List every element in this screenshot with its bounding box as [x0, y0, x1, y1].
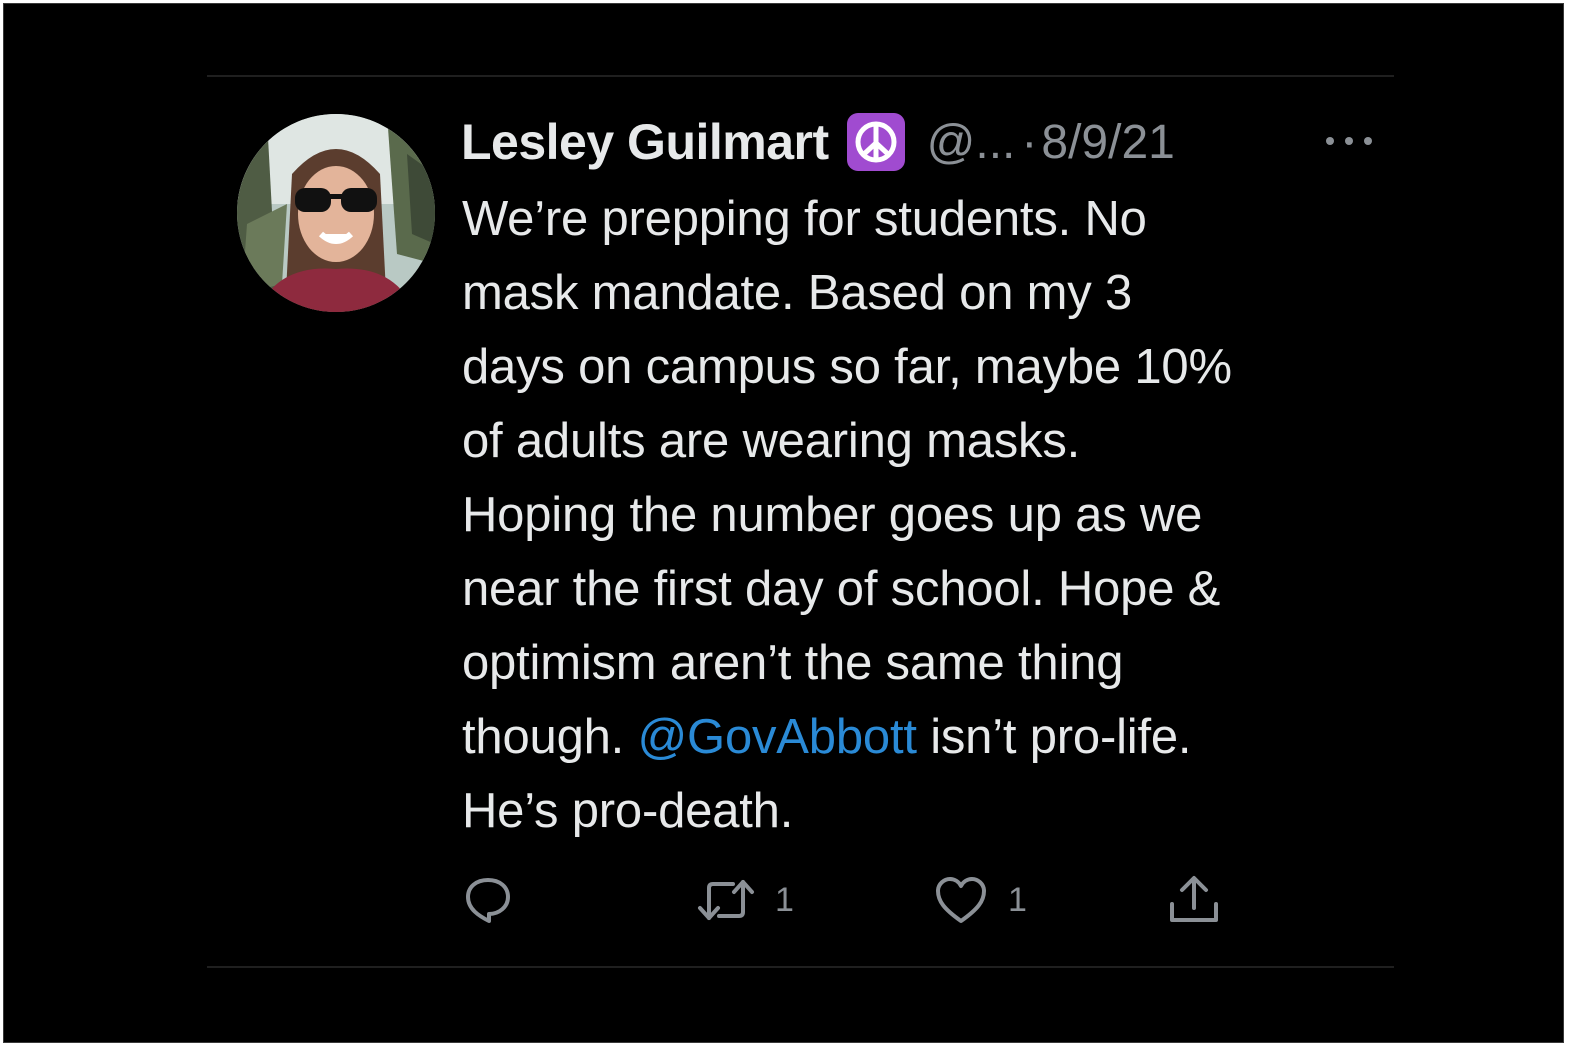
- reply-button[interactable]: [462, 870, 514, 930]
- tweet-text-line: of adults are wearing masks.: [462, 414, 1081, 468]
- avatar[interactable]: [237, 114, 435, 312]
- tweet-text-line: We’re prepping for students. No: [462, 192, 1147, 246]
- heart-icon: [936, 877, 986, 923]
- peace-sign-icon: [846, 113, 905, 171]
- tweet-text: We’re prepping for students. No mask man…: [462, 182, 1382, 848]
- tweet-text-line: optimism aren’t the same thing: [462, 636, 1124, 690]
- mention-link[interactable]: @GovAbbott: [638, 710, 917, 764]
- tweet-header: Lesley Guilmart @... · 8/9/21: [461, 110, 1175, 174]
- retweet-button[interactable]: 1: [697, 870, 794, 930]
- retweet-icon: [698, 880, 754, 920]
- bottom-divider: [207, 966, 1394, 968]
- tweet-text-line: near the first day of school. Hope &: [462, 562, 1221, 616]
- tweet-screenshot-frame: Lesley Guilmart @... · 8/9/21 We’re prep…: [3, 3, 1564, 1043]
- header-separator: ·: [1021, 115, 1038, 169]
- top-divider: [207, 75, 1394, 77]
- share-icon: [1170, 876, 1218, 922]
- tweet-text-segment: though.: [462, 710, 638, 764]
- retweet-count: 1: [775, 880, 794, 919]
- tweet-text-line: Hoping the number goes up as we: [462, 488, 1203, 542]
- tweet-text-line-with-mention: though. @GovAbbott isn’t pro-life.: [462, 700, 1382, 774]
- tweet-text-line: days on campus so far, maybe 10%: [462, 340, 1232, 394]
- ellipsis-icon[interactable]: [1326, 130, 1372, 152]
- display-name[interactable]: Lesley Guilmart: [461, 113, 829, 171]
- avatar-photo: [237, 114, 435, 312]
- user-handle[interactable]: @...: [927, 115, 1016, 170]
- tweet-text-line: mask mandate. Based on my 3: [462, 266, 1133, 320]
- reply-icon: [466, 878, 510, 923]
- like-count: 1: [1008, 880, 1027, 919]
- tweet-text-segment: isn’t pro-life.: [916, 710, 1192, 764]
- share-button[interactable]: [1167, 870, 1221, 930]
- like-button[interactable]: 1: [934, 870, 1027, 930]
- tweet-date[interactable]: 8/9/21: [1041, 115, 1174, 170]
- tweet-text-line: He’s pro-death.: [462, 784, 794, 838]
